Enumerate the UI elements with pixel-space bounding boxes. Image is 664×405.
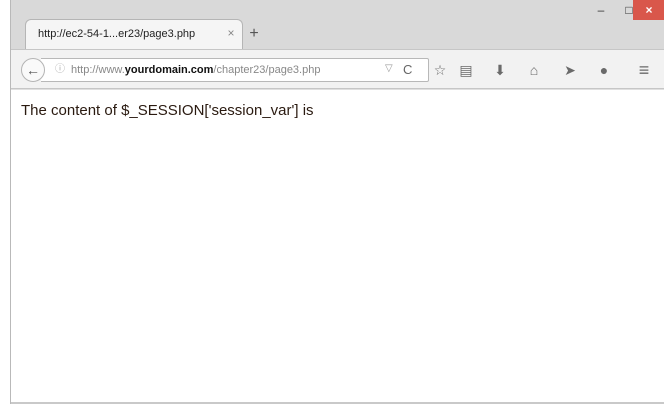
url-path: /chapter23/page3.php <box>213 64 321 76</box>
tab-close-icon[interactable]: × <box>224 26 238 40</box>
tab-strip: http://ec2-54-1...er23/page3.php × + – □… <box>11 0 664 50</box>
url-dropdown-icon[interactable]: ▽ <box>385 63 393 74</box>
reading-list-icon[interactable]: ▤ <box>457 61 475 79</box>
reload-icon[interactable]: C <box>403 62 412 77</box>
url-bar[interactable]: ⓘ http://www.yourdomain.com/chapter23/pa… <box>41 58 429 82</box>
active-tab[interactable]: http://ec2-54-1...er23/page3.php × <box>25 19 243 49</box>
home-icon[interactable]: ⌂ <box>525 61 543 79</box>
url-prefix: http://www. <box>71 64 125 76</box>
session-output-text: The content of $_SESSION['session_var'] … <box>21 102 314 119</box>
url-domain: yourdomain.com <box>124 64 214 76</box>
download-icon[interactable]: ⬇ <box>491 61 509 79</box>
minimize-button[interactable]: – <box>587 0 615 20</box>
navigation-bar: ⓘ http://www.yourdomain.com/chapter23/pa… <box>11 49 664 89</box>
page-info-icon[interactable]: ⓘ <box>55 64 67 76</box>
bookmark-star-icon[interactable]: ☆ <box>431 61 449 79</box>
tab-title: http://ec2-54-1...er23/page3.php <box>38 28 196 40</box>
page-content: The content of $_SESSION['session_var'] … <box>11 89 664 405</box>
new-tab-button[interactable]: + <box>245 25 263 43</box>
browser-window: http://ec2-54-1...er23/page3.php × + – □… <box>10 0 664 405</box>
close-window-button[interactable]: × <box>633 0 664 20</box>
chat-icon[interactable]: ● <box>595 61 613 79</box>
back-button[interactable]: ← <box>21 58 45 82</box>
send-icon[interactable]: ➤ <box>561 61 579 79</box>
url-text[interactable]: http://www.yourdomain.com/chapter23/page… <box>71 64 320 76</box>
menu-icon[interactable]: ≡ <box>635 61 653 79</box>
